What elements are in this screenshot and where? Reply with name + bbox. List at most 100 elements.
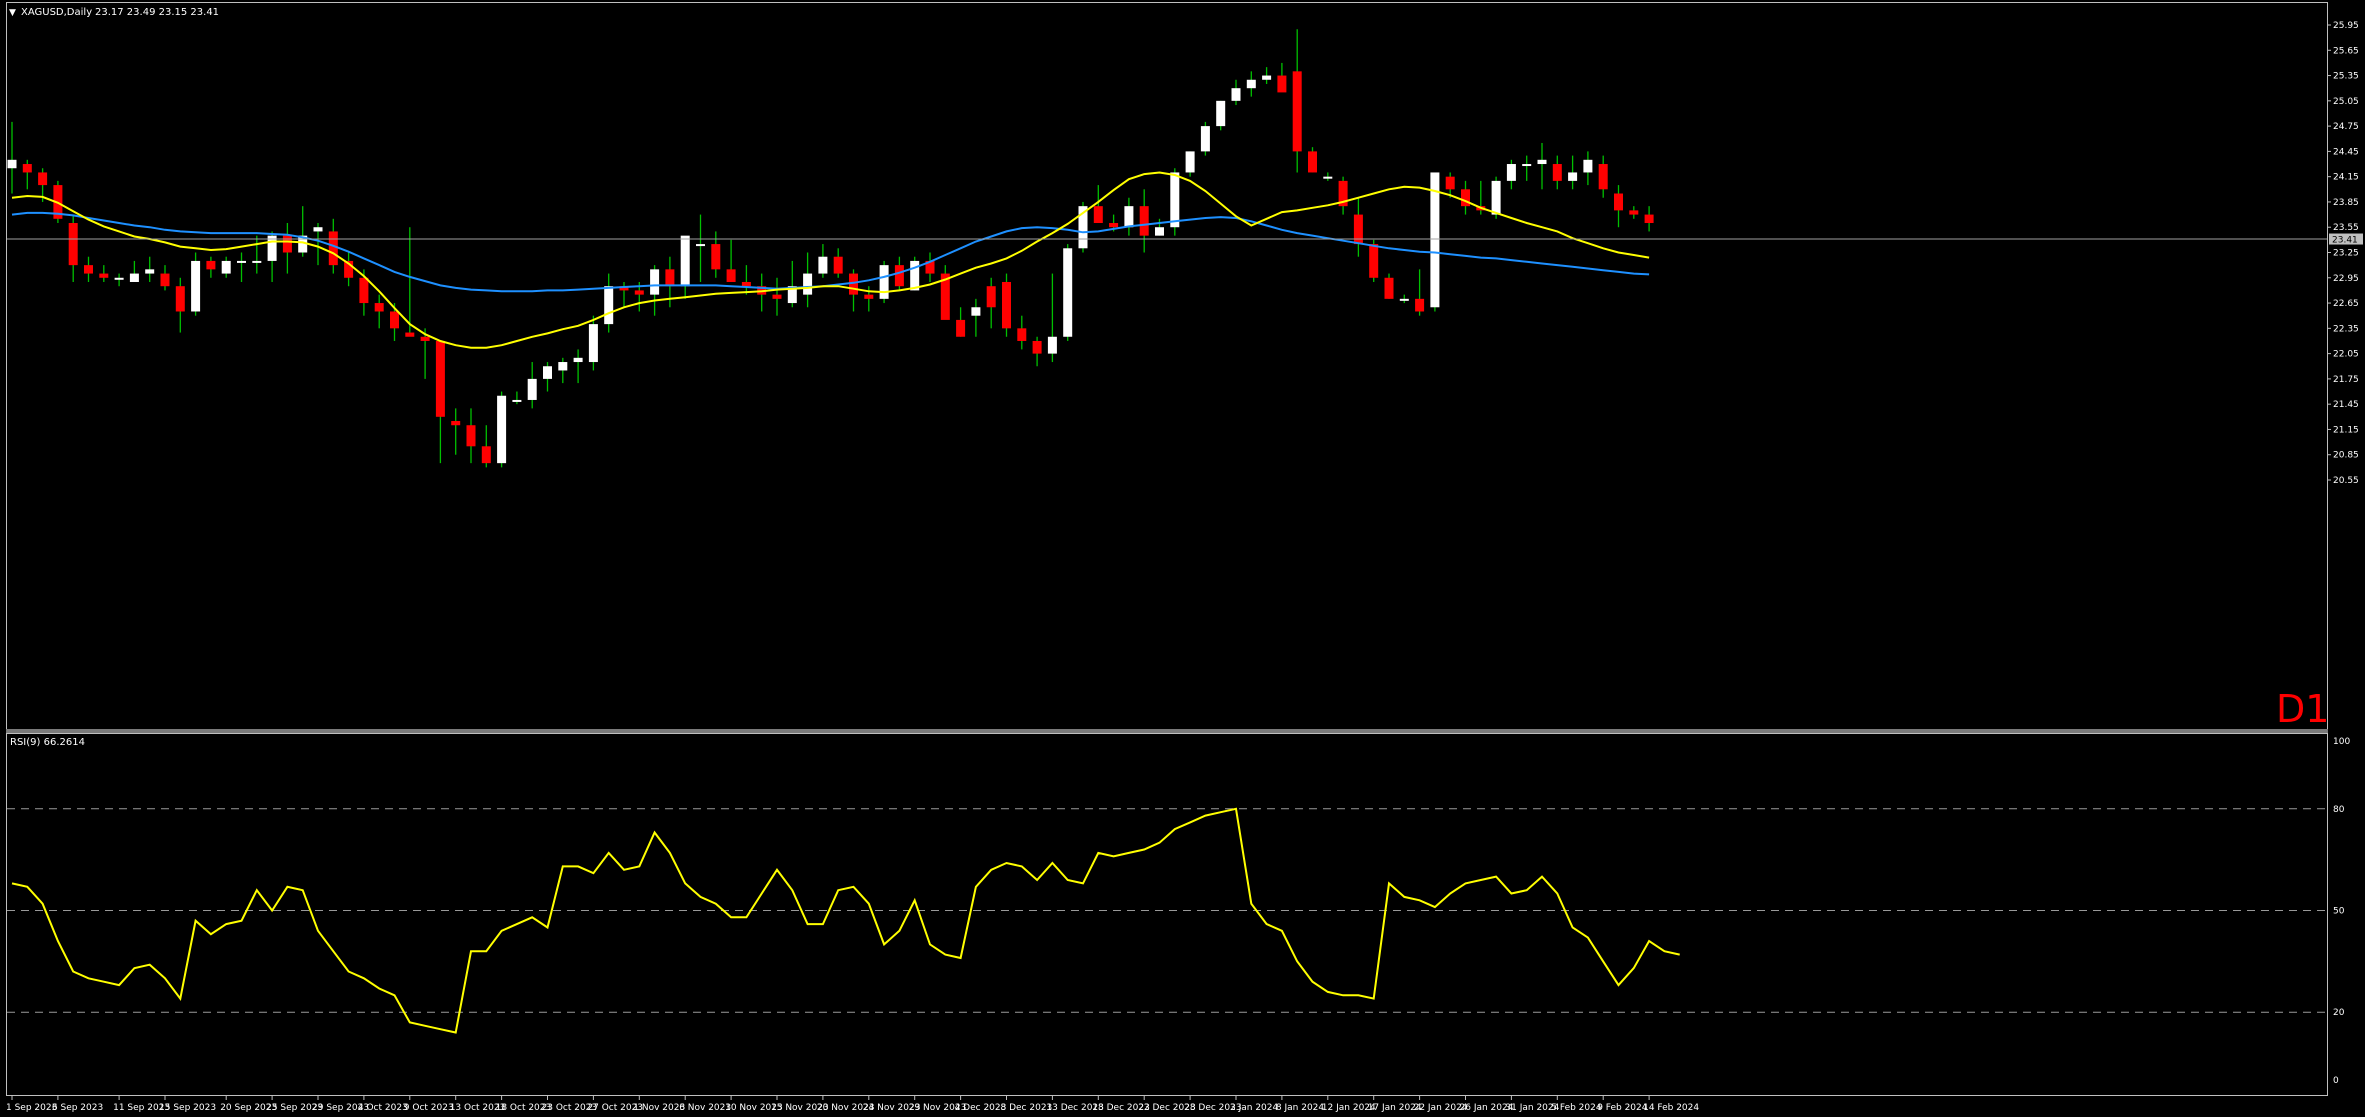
candle-body-bear [1552, 164, 1562, 181]
candle-body-bull [1568, 172, 1578, 181]
candle-body-bear [1292, 71, 1302, 152]
candle-body-bull [803, 273, 813, 295]
candle [7, 121, 17, 194]
candle [925, 252, 935, 282]
candle-body-bull [313, 227, 323, 232]
candle-body-bear [1139, 206, 1149, 236]
candle-body-bear [405, 332, 415, 337]
candle [1032, 336, 1042, 367]
rsi-tick-label: 100 [2333, 737, 2350, 747]
candle [680, 235, 690, 299]
candle-body-bull [1047, 336, 1057, 354]
candle-body-bull [1063, 248, 1073, 337]
candle [206, 256, 216, 278]
candle-body-bull [1124, 206, 1134, 228]
candle [910, 256, 920, 291]
candle [512, 391, 522, 405]
ma-fast-line [11, 171, 1650, 349]
candle [558, 357, 568, 384]
candle-body-bull [1185, 151, 1195, 173]
candle-body-bull [191, 260, 201, 312]
rsi-tick-label: 50 [2333, 907, 2345, 917]
chart-separator [6, 729, 2328, 733]
candle [1415, 269, 1425, 316]
time-tick-label: 6 Sep 2023 [52, 1103, 103, 1113]
candle [711, 231, 721, 278]
rsi-tick-label: 0 [2333, 1076, 2339, 1086]
time-tick-label: 4 Oct 2023 [358, 1103, 408, 1113]
candle-body-bull [497, 395, 507, 464]
time-tick-label: 8 Dec 2023 [1001, 1103, 1053, 1113]
candle [833, 248, 843, 278]
candle-body-bear [282, 235, 292, 253]
candle-body-bear [38, 172, 48, 186]
candle-body-bear [1308, 151, 1317, 173]
candle [160, 265, 170, 291]
candle-body-bull [145, 269, 155, 274]
trading-chart[interactable]: ▼ XAGUSD,Daily 23.17 23.49 23.15 23.41 R… [0, 0, 2365, 1117]
candle [99, 265, 109, 282]
price-tick-label: 24.15 [2333, 173, 2359, 183]
time-tick-label: 3 Jan 2024 [1230, 1103, 1278, 1113]
candle-body-bull [818, 256, 828, 274]
candle [481, 425, 491, 468]
candle [726, 239, 736, 282]
candle [1568, 155, 1578, 190]
price-tick-label: 23.25 [2333, 249, 2359, 259]
candle [787, 260, 797, 308]
candle-body-bear [374, 303, 384, 312]
candle [1047, 273, 1057, 363]
candle [497, 391, 507, 468]
candle-body-bear [726, 269, 736, 282]
ohlc-label: 23.17 23.49 23.15 23.41 [95, 7, 219, 18]
price-tick-label: 23.55 [2333, 223, 2359, 233]
candle [971, 298, 981, 337]
price-tick-label: 24.75 [2333, 122, 2359, 132]
candle [22, 159, 32, 190]
candle [588, 315, 598, 371]
candle-body-bear [1614, 193, 1623, 211]
time-tick-label: 8 Jan 2024 [1276, 1103, 1324, 1113]
candle [84, 256, 93, 282]
candle-body-bear [1353, 214, 1363, 245]
candle [1598, 155, 1608, 198]
candle [1506, 159, 1516, 190]
price-tick-label: 22.95 [2333, 274, 2359, 284]
candle-body-bull [543, 366, 552, 379]
candle-body-bull [604, 286, 614, 325]
candle [282, 223, 292, 274]
candle-body-bear [1002, 281, 1011, 329]
menu-triangle-icon[interactable]: ▼ [9, 8, 16, 18]
candle-body-bull [588, 324, 598, 363]
candle-body-bear [466, 425, 476, 447]
candle-body-bull [1246, 79, 1256, 89]
candle-body-bear [634, 290, 644, 295]
candle [696, 214, 705, 282]
price-tick-label: 21.15 [2333, 425, 2359, 435]
candle-body-bear [451, 421, 461, 426]
rsi-line [11, 807, 1680, 1034]
candle-body-bear [741, 281, 751, 287]
candle-body-bear [68, 223, 78, 266]
price-tick-label: 22.65 [2333, 299, 2359, 309]
candle [1292, 29, 1302, 173]
ma-slow-line [11, 211, 1650, 293]
candle-body-bear [986, 286, 996, 308]
candle [757, 273, 767, 312]
time-tick-label: 4 Dec 2023 [955, 1103, 1007, 1113]
candle [237, 252, 246, 282]
candle [344, 252, 354, 287]
candle-body-bear [772, 294, 782, 299]
candle [1629, 206, 1639, 219]
rsi-axis: 100 80 50 20 0 [7, 737, 2350, 1086]
price-tick-label: 20.55 [2333, 476, 2359, 486]
candle-body-bear [1445, 176, 1455, 190]
candle-body-bull [1583, 159, 1593, 173]
candle-body-bear [1277, 75, 1287, 93]
candle [803, 252, 813, 308]
candle-body-bear [1093, 206, 1103, 224]
candle [879, 260, 889, 304]
candle-body-bull [1537, 159, 1547, 165]
rsi-panel-frame [6, 733, 2328, 1096]
candle [1614, 185, 1623, 228]
